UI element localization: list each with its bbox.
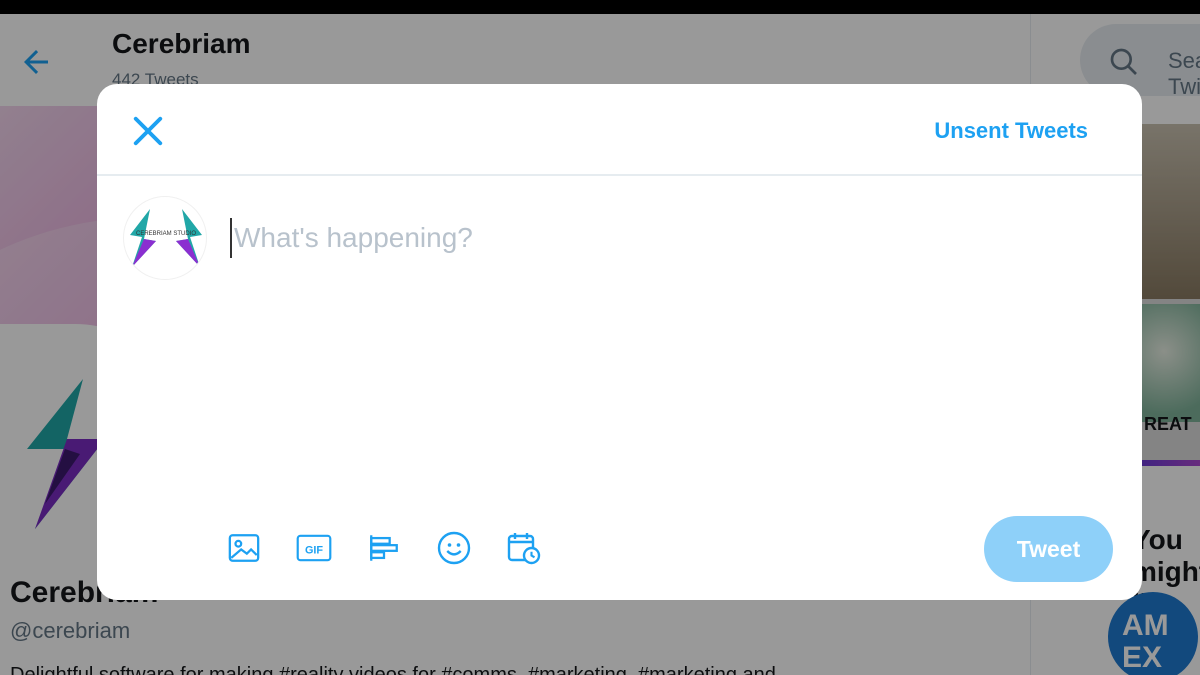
avatar-text: CEREBRIAM STUDIO — [136, 231, 196, 237]
unsent-tweets-link[interactable]: Unsent Tweets — [934, 118, 1088, 144]
add-emoji-button[interactable] — [435, 529, 473, 567]
avatar[interactable]: CEREBRIAM STUDIO — [123, 196, 207, 280]
cerebriam-logo-icon: CEREBRIAM STUDIO — [130, 209, 202, 267]
tweet-button[interactable]: Tweet — [984, 516, 1113, 582]
emoji-icon — [437, 531, 471, 565]
compose-tweet-modal: Unsent Tweets CEREBRIAM STUDIO What's ha… — [97, 84, 1142, 600]
schedule-button[interactable] — [505, 529, 543, 567]
schedule-icon — [507, 533, 541, 565]
gif-label: GIF — [305, 544, 323, 556]
poll-icon — [370, 535, 398, 561]
screen: Cerebriam 442 Tweets Cerebriam @cerebria… — [0, 14, 1200, 675]
add-gif-button[interactable]: GIF — [295, 529, 333, 567]
modal-header: Unsent Tweets — [97, 84, 1142, 176]
add-image-button[interactable] — [225, 529, 263, 567]
tweet-compose-input[interactable] — [230, 218, 1090, 258]
gif-icon: GIF — [296, 534, 332, 562]
image-icon — [228, 534, 260, 562]
add-poll-button[interactable] — [365, 529, 403, 567]
compose-toolbar: GIF — [225, 528, 543, 568]
close-icon[interactable] — [127, 110, 169, 152]
